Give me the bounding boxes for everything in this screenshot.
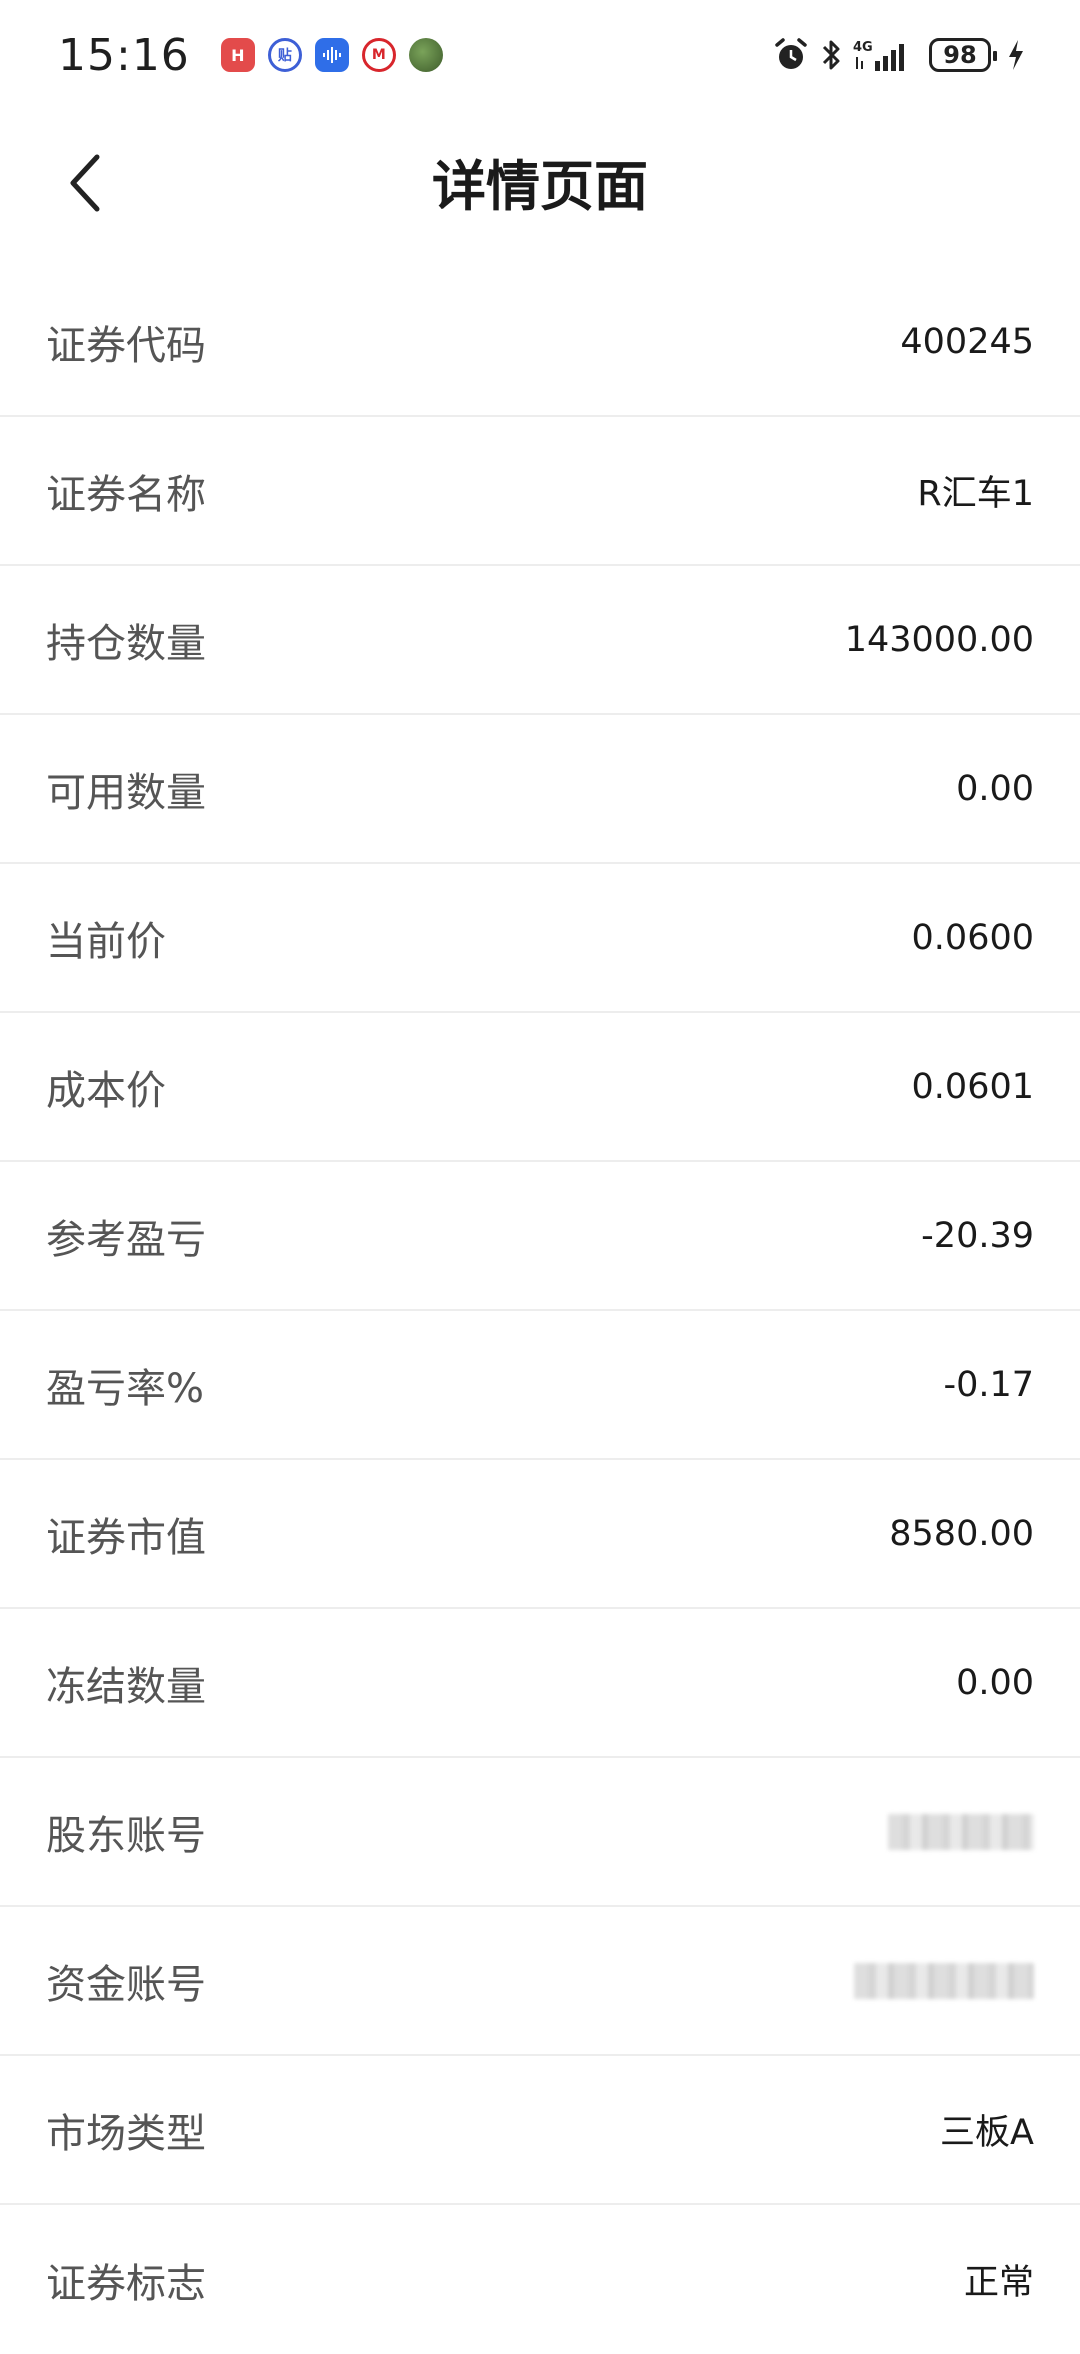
status-bar-right: 4G 98	[763, 37, 1025, 73]
detail-row-current-price: 当前价 0.0600	[0, 864, 1080, 1013]
detail-row-shareholder-account: 股东账号	[0, 1758, 1080, 1907]
masked-value	[854, 1962, 1034, 1999]
network-type-label: 4G	[853, 40, 873, 55]
page-header: 详情页面	[0, 110, 1080, 260]
detail-list: 证券代码 400245 证券名称 R汇车1 持仓数量 143000.00 可用数…	[0, 268, 1080, 2354]
row-value: 0.00	[956, 1662, 1034, 1703]
row-value: 0.00	[956, 768, 1034, 809]
row-label: 证券标志	[46, 2260, 206, 2307]
status-bar: 15:16 H 贴 M 4G 98	[0, 0, 1080, 110]
row-label: 市场类型	[46, 2110, 206, 2157]
battery-level: 98	[943, 41, 977, 69]
row-label: 股东账号	[46, 1812, 206, 1859]
masked-value	[888, 1813, 1034, 1850]
detail-row-pnl-rate: 盈亏率% -0.17	[0, 1311, 1080, 1460]
row-label: 当前价	[46, 918, 166, 965]
status-bar-left: 15:16 H 贴 M	[58, 30, 443, 81]
row-value: R汇车1	[917, 474, 1034, 514]
battery-icon: 98	[929, 38, 997, 72]
voice-app-icon	[314, 38, 349, 72]
row-label: 参考盈亏	[46, 1216, 206, 1263]
row-value: 143000.00	[844, 619, 1034, 660]
row-value: 三板A	[940, 2113, 1034, 2153]
row-value: -20.39	[921, 1215, 1034, 1256]
game-app-icon	[408, 38, 443, 72]
row-value: 8580.00	[889, 1513, 1034, 1554]
row-label: 持仓数量	[46, 620, 206, 667]
signal-icon: 4G	[853, 37, 915, 73]
detail-row-security-flag: 证券标志 正常	[0, 2205, 1080, 2354]
row-label: 证券代码	[46, 322, 206, 369]
detail-row-security-name: 证券名称 R汇车1	[0, 417, 1080, 566]
page-title: 详情页面	[432, 155, 648, 218]
detail-row-market-value: 证券市值 8580.00	[0, 1460, 1080, 1609]
row-value: 0.0601	[911, 1066, 1034, 1107]
detail-row-frozen-quantity: 冻结数量 0.00	[0, 1609, 1080, 1758]
row-value: 400245	[900, 321, 1034, 362]
row-label: 证券名称	[46, 471, 206, 518]
detail-row-available-quantity: 可用数量 0.00	[0, 715, 1080, 864]
detail-row-security-code: 证券代码 400245	[0, 268, 1080, 417]
detail-row-fund-account: 资金账号	[0, 1907, 1080, 2056]
row-label: 证券市值	[46, 1514, 206, 1561]
row-label: 成本价	[46, 1067, 166, 1114]
status-time: 15:16	[58, 29, 190, 81]
row-label: 资金账号	[46, 1961, 206, 2008]
detail-row-market-type: 市场类型 三板A	[0, 2056, 1080, 2205]
detail-row-position-quantity: 持仓数量 143000.00	[0, 566, 1080, 715]
row-label: 盈亏率%	[46, 1365, 205, 1412]
tieba-app-icon: 贴	[267, 38, 302, 72]
cmb-app-icon: M	[361, 38, 396, 72]
alarm-icon	[773, 37, 809, 73]
row-label: 可用数量	[46, 769, 206, 816]
row-value: 正常	[963, 2263, 1034, 2303]
row-value: 0.0600	[911, 917, 1034, 958]
row-label: 冻结数量	[46, 1663, 206, 1710]
huawei-app-icon: H	[220, 38, 255, 72]
row-value: -0.17	[943, 1364, 1034, 1405]
bluetooth-icon	[819, 37, 843, 73]
detail-row-reference-pnl: 参考盈亏 -20.39	[0, 1162, 1080, 1311]
charging-icon	[1007, 37, 1025, 73]
detail-row-cost-price: 成本价 0.0601	[0, 1013, 1080, 1162]
